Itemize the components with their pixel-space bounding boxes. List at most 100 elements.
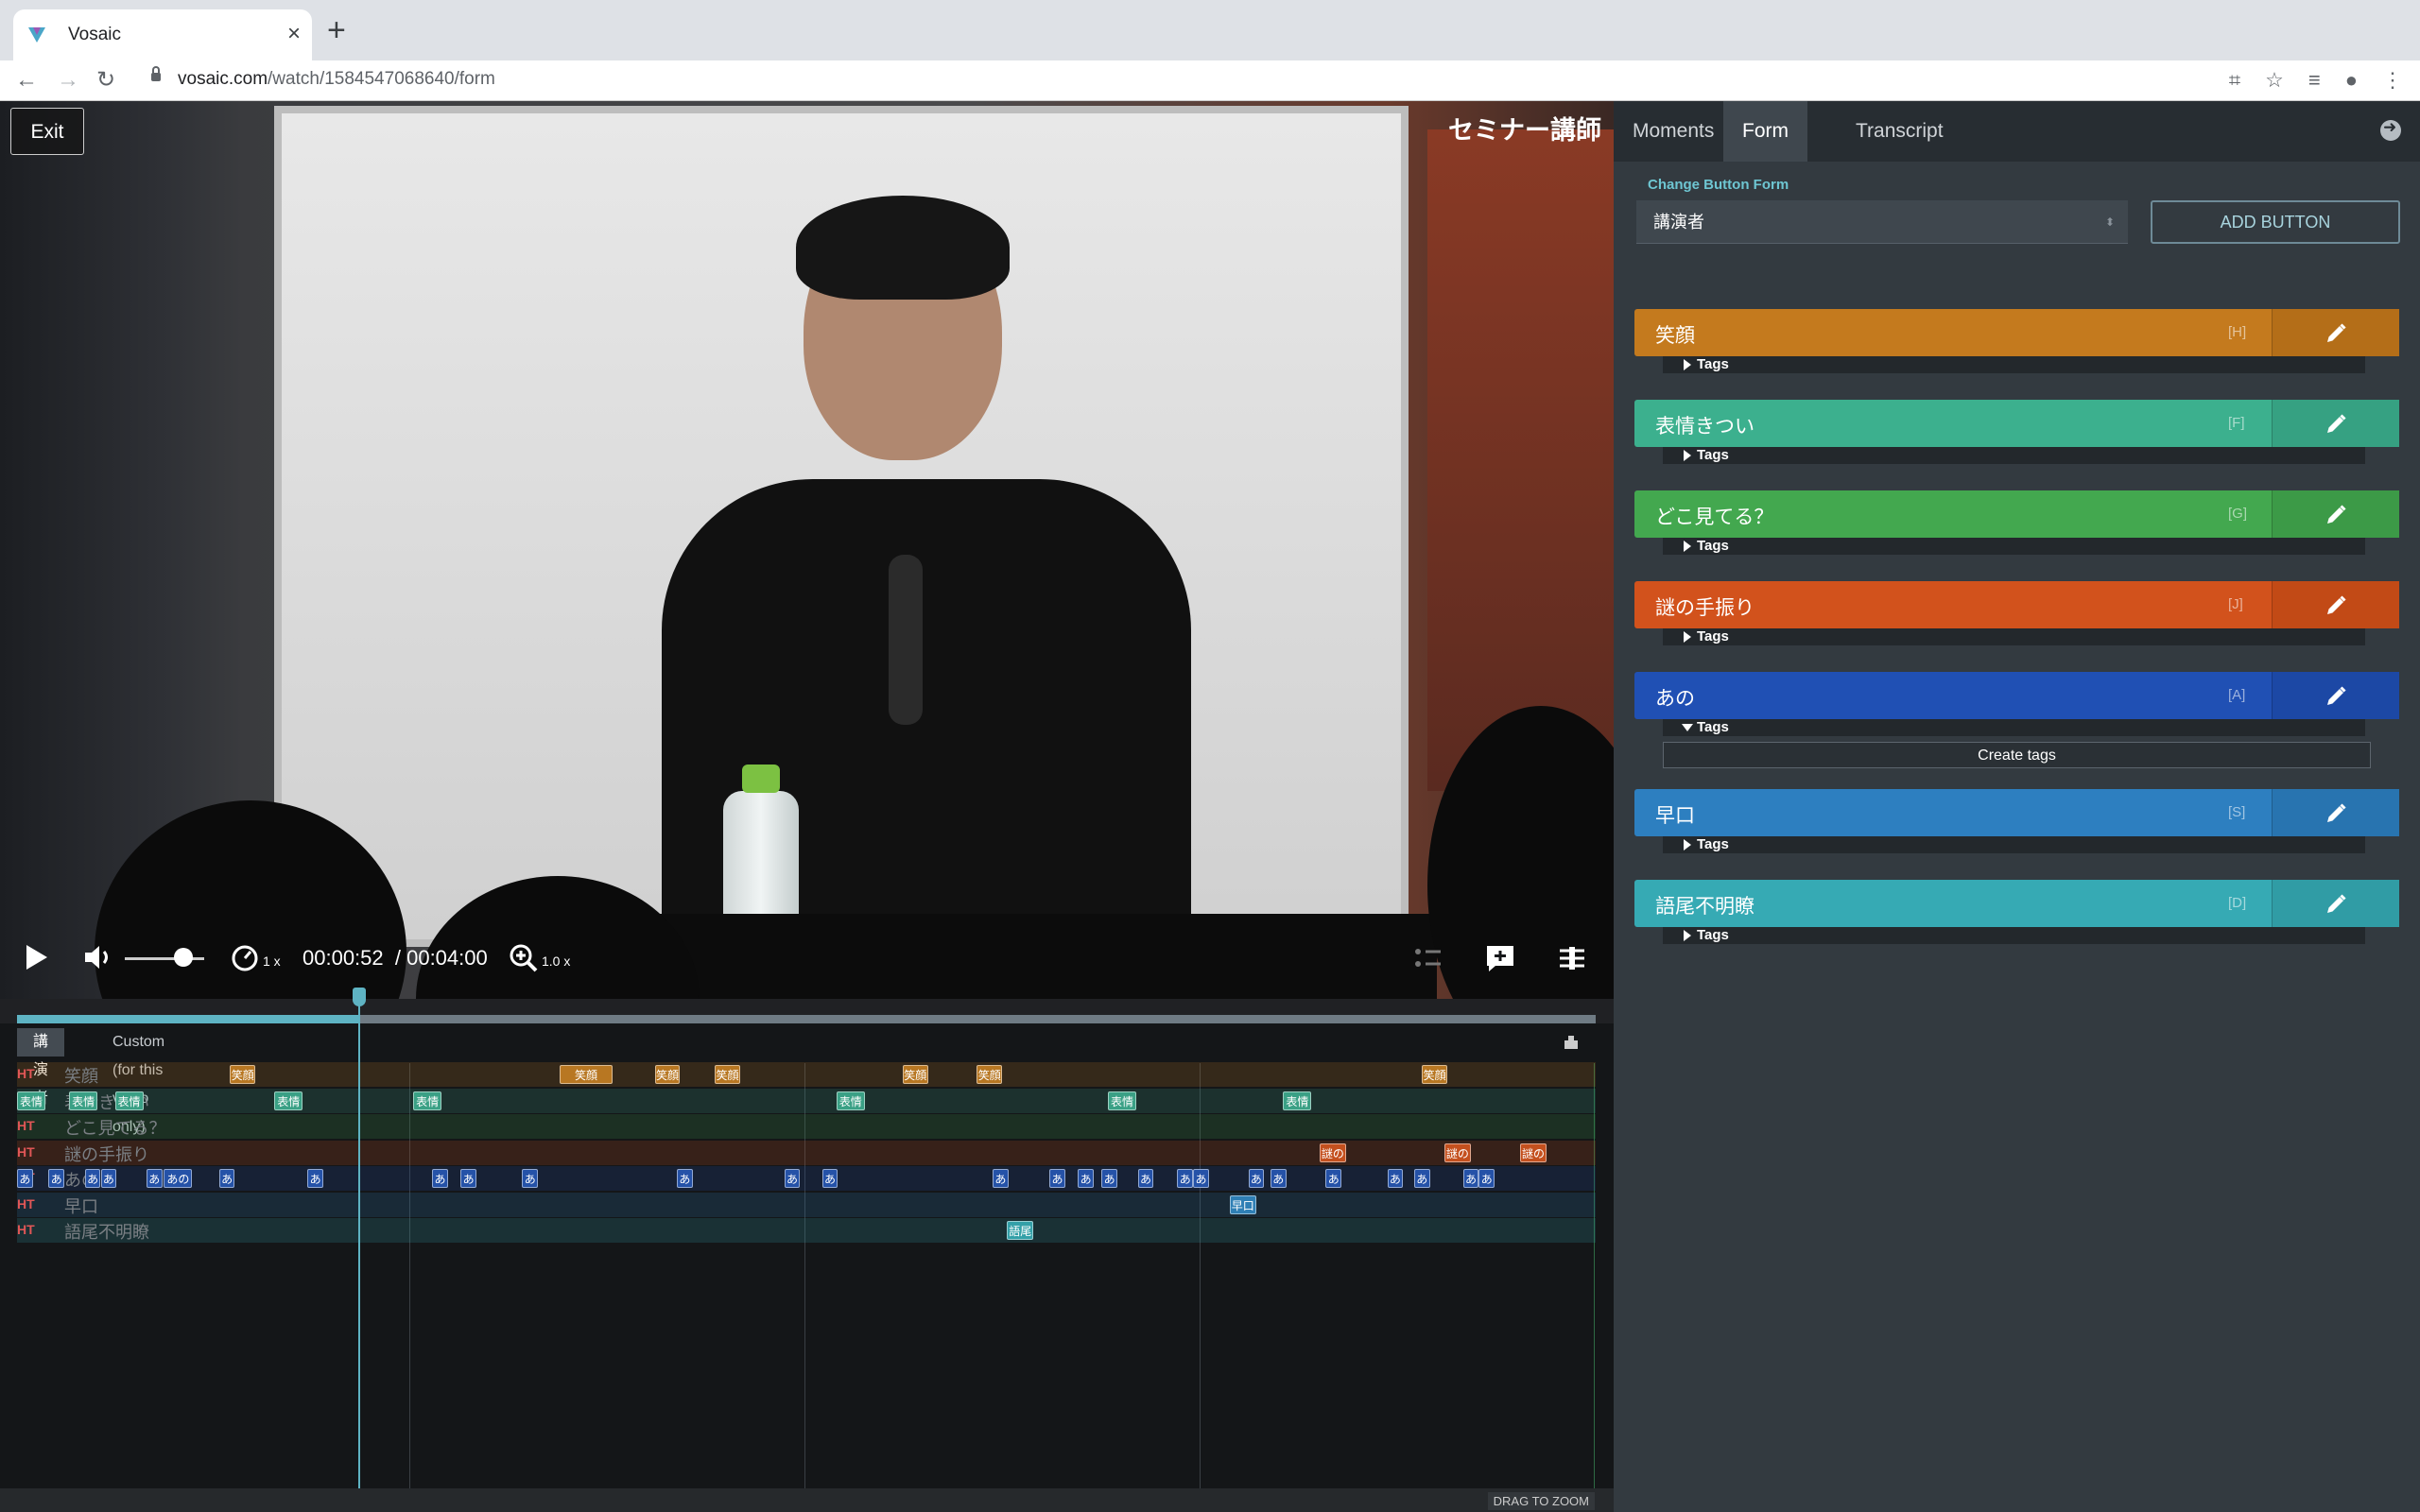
- edit-button[interactable]: [2272, 309, 2399, 356]
- timeline-event[interactable]: あの: [100, 1169, 117, 1188]
- timeline-event[interactable]: あの: [784, 1169, 801, 1188]
- timeline-event[interactable]: あの: [1478, 1169, 1495, 1188]
- timeline-event[interactable]: 笑顔: [902, 1065, 928, 1084]
- back-icon[interactable]: ←: [15, 66, 38, 94]
- timeline-event[interactable]: 笑顔: [977, 1065, 1003, 1084]
- timeline-event[interactable]: あの: [218, 1169, 235, 1188]
- playback-rate-icon[interactable]: [230, 942, 260, 972]
- bookmark-star-icon[interactable]: ☆: [2265, 68, 2284, 93]
- play-icon[interactable]: [26, 945, 47, 970]
- timeline-event[interactable]: 表情: [836, 1091, 865, 1110]
- timeline-event[interactable]: 語尾: [1007, 1221, 1034, 1240]
- timeline-row[interactable]: HT どこ見てる？: [17, 1114, 1596, 1139]
- progress-bar[interactable]: [17, 1015, 1596, 1023]
- exit-button[interactable]: Exit: [10, 108, 84, 155]
- timeline-event[interactable]: あの: [146, 1169, 163, 1188]
- timeline-event[interactable]: あの: [307, 1169, 323, 1188]
- timeline-event[interactable]: あの: [1049, 1169, 1065, 1188]
- timeline-event[interactable]: 謎の: [1519, 1143, 1547, 1162]
- timeline-toggle-icon[interactable]: [1556, 943, 1588, 973]
- timeline-event[interactable]: 笑顔: [1422, 1065, 1448, 1084]
- timeline-tab-custom[interactable]: Custom (for this video only): [96, 1028, 181, 1135]
- add-moment-icon[interactable]: [1484, 943, 1516, 973]
- timeline-event[interactable]: あの: [1270, 1169, 1287, 1188]
- edit-button[interactable]: [2272, 400, 2399, 447]
- tags-toggle[interactable]: Tags: [1663, 538, 2365, 555]
- timeline-event[interactable]: 謎の: [1443, 1143, 1472, 1162]
- timeline-event[interactable]: 表情: [1283, 1091, 1312, 1110]
- timeline-event[interactable]: あの: [432, 1169, 448, 1188]
- timeline-event[interactable]: あの: [1193, 1169, 1209, 1188]
- timeline-event[interactable]: あの: [821, 1169, 838, 1188]
- timeline-event[interactable]: あの: [1177, 1169, 1194, 1188]
- tags-toggle[interactable]: Tags: [1663, 719, 2365, 736]
- translate-icon[interactable]: ⌗: [2229, 68, 2240, 93]
- timeline-event[interactable]: あの: [48, 1169, 65, 1188]
- volume-icon[interactable]: [83, 943, 115, 971]
- tags-toggle[interactable]: Tags: [1663, 836, 2365, 853]
- browser-menu-icon[interactable]: ⋮: [2382, 68, 2403, 93]
- timeline-event[interactable]: 表情: [1107, 1091, 1137, 1110]
- timeline-event[interactable]: あの: [1387, 1169, 1404, 1188]
- timeline-event[interactable]: あの: [1101, 1169, 1117, 1188]
- volume-slider-knob[interactable]: [174, 948, 193, 967]
- browser-tab[interactable]: Vosaic ×: [13, 9, 312, 60]
- timeline-event[interactable]: 表情: [17, 1091, 46, 1110]
- new-tab-icon[interactable]: +: [327, 13, 346, 47]
- reload-icon[interactable]: ↻: [96, 66, 115, 94]
- timeline-event[interactable]: あの: [522, 1169, 539, 1188]
- timeline-event[interactable]: 表情: [114, 1091, 144, 1110]
- tab-close-icon[interactable]: ×: [287, 21, 301, 47]
- edit-button[interactable]: [2272, 581, 2399, 628]
- timeline-row[interactable]: HT表情きつい表情表情表情表情表情表情表情表情: [17, 1088, 1596, 1113]
- timeline-event[interactable]: あの: [1325, 1169, 1342, 1188]
- edit-button[interactable]: [2272, 880, 2399, 927]
- forward-icon[interactable]: →: [57, 66, 79, 94]
- list-toggle-icon[interactable]: [1412, 943, 1444, 973]
- timeline-event[interactable]: 早口: [1229, 1194, 1256, 1214]
- timeline-row[interactable]: HT 謎の手振り 謎の 謎の 謎の: [17, 1140, 1596, 1165]
- timeline-event[interactable]: あの: [1137, 1169, 1154, 1188]
- timeline-zoom-bar[interactable]: DRAG TO ZOOM: [0, 1488, 1614, 1512]
- tab-moments[interactable]: Moments: [1614, 101, 1733, 162]
- timeline-event[interactable]: 笑顔: [560, 1065, 613, 1084]
- timeline-event[interactable]: あの: [677, 1169, 693, 1188]
- timeline-event[interactable]: 笑顔: [654, 1065, 681, 1084]
- collapse-panel-icon[interactable]: [2380, 118, 2401, 141]
- timeline-event[interactable]: 笑顔: [715, 1065, 740, 1084]
- timeline-row[interactable]: HT 語尾不明瞭 語尾: [17, 1218, 1596, 1243]
- url-field[interactable]: vosaic.com/watch/1584547068640/form: [178, 69, 495, 90]
- tab-form[interactable]: Form: [1723, 101, 1807, 162]
- timeline-event[interactable]: 笑顔: [230, 1065, 256, 1084]
- button-form-select[interactable]: 講演者 ⬍: [1636, 200, 2128, 244]
- edit-button[interactable]: [2272, 672, 2399, 719]
- zoom-icon[interactable]: [509, 943, 539, 973]
- tags-toggle[interactable]: Tags: [1663, 927, 2365, 944]
- timeline-row[interactable]: HTあのあのあのあのあのあのあのあのあのあのあのあのあのあのあのあのあのあのあの…: [17, 1166, 1596, 1191]
- edit-button[interactable]: [2272, 789, 2399, 836]
- video-player[interactable]: [0, 101, 1614, 999]
- timeline-event[interactable]: あの: [164, 1169, 193, 1188]
- edit-button[interactable]: [2272, 490, 2399, 538]
- timeline-event[interactable]: あの: [1462, 1169, 1479, 1188]
- timeline-row[interactable]: HT 笑顔 笑顔 笑顔 笑顔 笑顔 笑顔 笑顔 笑顔: [17, 1062, 1596, 1087]
- add-button[interactable]: ADD BUTTON: [2151, 200, 2400, 244]
- timeline-options-icon[interactable]: [1564, 1035, 1579, 1050]
- timeline-event[interactable]: あの: [1248, 1169, 1265, 1188]
- timeline-event[interactable]: あの: [84, 1169, 101, 1188]
- create-tags-button[interactable]: Create tags: [1663, 742, 2371, 768]
- timeline-event[interactable]: 表情: [274, 1091, 303, 1110]
- tags-toggle[interactable]: Tags: [1663, 628, 2365, 645]
- tags-toggle[interactable]: Tags: [1663, 447, 2365, 464]
- timeline-tab-form[interactable]: 講演者: [17, 1028, 65, 1107]
- timeline-event[interactable]: あの: [1078, 1169, 1094, 1188]
- media-playlist-icon[interactable]: ≡: [2308, 68, 2321, 93]
- tab-transcript[interactable]: Transcript: [1837, 101, 1962, 162]
- timeline-event[interactable]: あの: [1413, 1169, 1430, 1188]
- tags-toggle[interactable]: Tags: [1663, 356, 2365, 373]
- profile-avatar-icon[interactable]: ●: [2345, 68, 2358, 93]
- timeline-event[interactable]: あの: [993, 1169, 1009, 1188]
- timeline-event[interactable]: あの: [460, 1169, 476, 1188]
- timeline-row[interactable]: HT 早口 早口: [17, 1192, 1596, 1217]
- timeline-event[interactable]: 表情: [413, 1091, 442, 1110]
